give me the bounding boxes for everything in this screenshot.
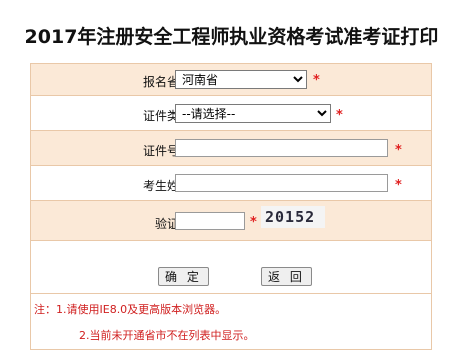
print-form: 报名省市: 河南省 * 证件类型: --请选择-- * 证件号码: * 考生姓名… <box>30 63 432 350</box>
required-mark: * <box>313 73 320 88</box>
notes-area: 注：1.请使用IE8.0及更高版本浏览器。 2.当前未开通省市不在列表中显示。 <box>31 293 431 350</box>
note-line-1: 注：1.请使用IE8.0及更高版本浏览器。 <box>34 303 227 316</box>
form-row-id-type: 证件类型: --请选择-- * <box>31 96 431 131</box>
required-mark: * <box>395 143 402 158</box>
required-mark: * <box>395 178 402 193</box>
id-type-select[interactable]: --请选择-- <box>175 104 331 123</box>
required-mark: * <box>250 215 257 230</box>
note-line-2: 2.当前未开通省市不在列表中显示。 <box>79 329 255 342</box>
back-button[interactable]: 返 回 <box>261 267 312 286</box>
form-row-name: 考生姓名: * <box>31 166 431 201</box>
name-input[interactable] <box>175 174 388 192</box>
captcha-input[interactable] <box>175 212 245 230</box>
form-row-id-number: 证件号码: * <box>31 131 431 166</box>
form-row-province: 报名省市: 河南省 * <box>31 64 431 96</box>
captcha-image[interactable]: 20152 <box>261 206 325 228</box>
page-title: 2017年注册安全工程师执业资格考试准考证打印 <box>24 26 439 48</box>
form-actions-spacer <box>31 241 431 293</box>
form-row-captcha: 验证码: * 20152 <box>31 201 431 241</box>
province-select[interactable]: 河南省 <box>175 70 307 89</box>
id-number-input[interactable] <box>175 139 388 157</box>
confirm-button[interactable]: 确 定 <box>158 267 209 286</box>
required-mark: * <box>336 108 343 123</box>
